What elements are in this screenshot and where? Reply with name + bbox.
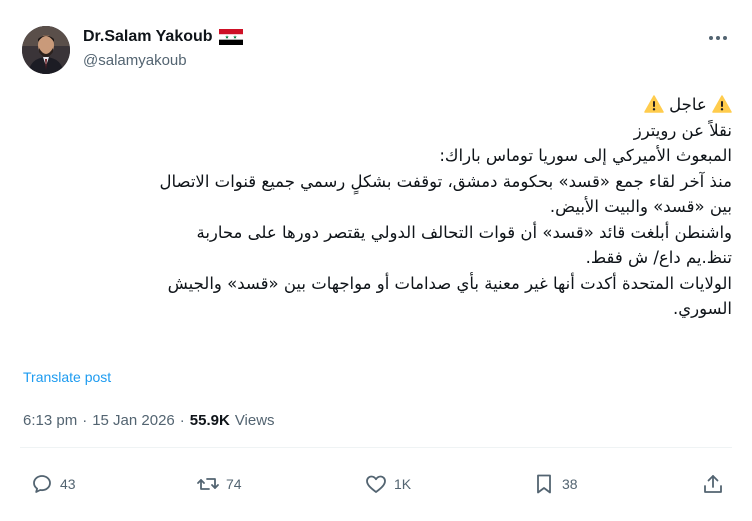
like-count: 1K [394, 476, 412, 492]
share-button[interactable] [701, 472, 725, 496]
like-button[interactable]: 1K [364, 472, 411, 496]
repost-icon [197, 478, 219, 490]
post-date[interactable]: 15 Jan 2026 [92, 412, 175, 429]
warning-icon [712, 95, 732, 113]
translate-post-link[interactable]: Translate post [23, 369, 111, 385]
post-line-6: واشنطن أبلغت قائد «قسد» أن قوات التحالف … [196, 222, 732, 242]
post-line-4: منذ آخر لقاء جمع «قسد» بحكومة دمشق، توقف… [159, 171, 732, 191]
more-options-icon[interactable] [706, 26, 730, 50]
post-line-1: عاجل [669, 95, 707, 114]
reply-count: 43 [60, 476, 76, 492]
author-display-name[interactable]: Dr.Salam Yakoub [83, 28, 213, 46]
repost-count: 74 [226, 476, 242, 492]
meta-separator: · [82, 412, 88, 429]
bookmark-count: 38 [562, 476, 578, 492]
reply-icon [33, 475, 51, 493]
warning-icon [644, 95, 664, 113]
post-line-5: بين «قسد» والبيت الأبيض. [549, 197, 732, 216]
views-count: 55.9K [189, 412, 230, 429]
post-line-8: الولايات المتحدة أكدت أنها غير معنية بأي… [167, 273, 732, 293]
action-bar: 43 74 1K 38 [0, 470, 752, 500]
author-handle[interactable]: @salamyakoub [83, 52, 187, 69]
author-avatar[interactable] [22, 26, 70, 74]
post-line-9: السوري. [673, 299, 732, 318]
post-line-headline: عاجل [20, 92, 732, 118]
flag-syria-icon [218, 29, 243, 45]
author-name-row: Dr.Salam Yakoub [83, 28, 243, 46]
bookmark-button[interactable]: 38 [532, 472, 578, 496]
post-card: Dr.Salam Yakoub @salamyakoub عاجل نقلاً … [0, 0, 752, 521]
meta-separator: · [179, 412, 185, 429]
post-line-7: تنظ.يم داع/ ش فقط. [585, 248, 732, 267]
reply-button[interactable]: 43 [30, 472, 76, 496]
post-meta: 6:13 pm · 15 Jan 2026 · 55.9K Views [23, 412, 275, 429]
views-label: Views [234, 412, 275, 429]
post-time[interactable]: 6:13 pm [23, 412, 77, 429]
post-text: عاجل نقلاً عن رويترز المبعوث الأميركي إل… [20, 92, 732, 322]
post-line-3: المبعوث الأميركي إلى سوريا توماس باراك: [439, 146, 732, 165]
repost-button[interactable]: 74 [196, 472, 242, 496]
divider [20, 447, 732, 448]
share-icon [704, 475, 722, 493]
bookmark-icon [537, 474, 551, 494]
avatar-photo [22, 26, 70, 74]
post-line-2: نقلاً عن رويترز [633, 120, 732, 140]
heart-icon [366, 475, 386, 493]
